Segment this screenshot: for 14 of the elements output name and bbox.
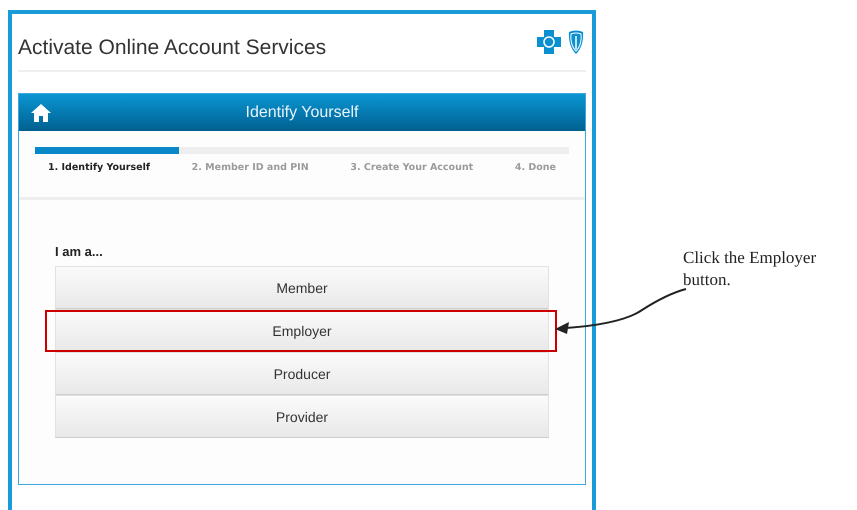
prompt-label: I am a... bbox=[55, 244, 104, 259]
step-label: 2. Member ID and PIN bbox=[192, 162, 309, 173]
cross-shield-logo-icon bbox=[536, 29, 586, 57]
panel-title: Identify Yourself bbox=[246, 104, 358, 122]
callout-text: Click the Employer button. bbox=[683, 248, 816, 290]
page-title: Activate Online Account Services bbox=[18, 36, 326, 60]
step-label: 4. Done bbox=[514, 162, 556, 173]
option-button[interactable]: Provider bbox=[55, 395, 549, 438]
option-button[interactable]: Member bbox=[55, 266, 549, 309]
option-button[interactable]: Employer bbox=[55, 309, 549, 352]
option-button[interactable]: Producer bbox=[55, 352, 549, 395]
step-label: 3. Create Your Account bbox=[350, 162, 474, 173]
home-icon[interactable] bbox=[30, 102, 52, 122]
step-label: 1. Identify Yourself bbox=[48, 162, 150, 173]
